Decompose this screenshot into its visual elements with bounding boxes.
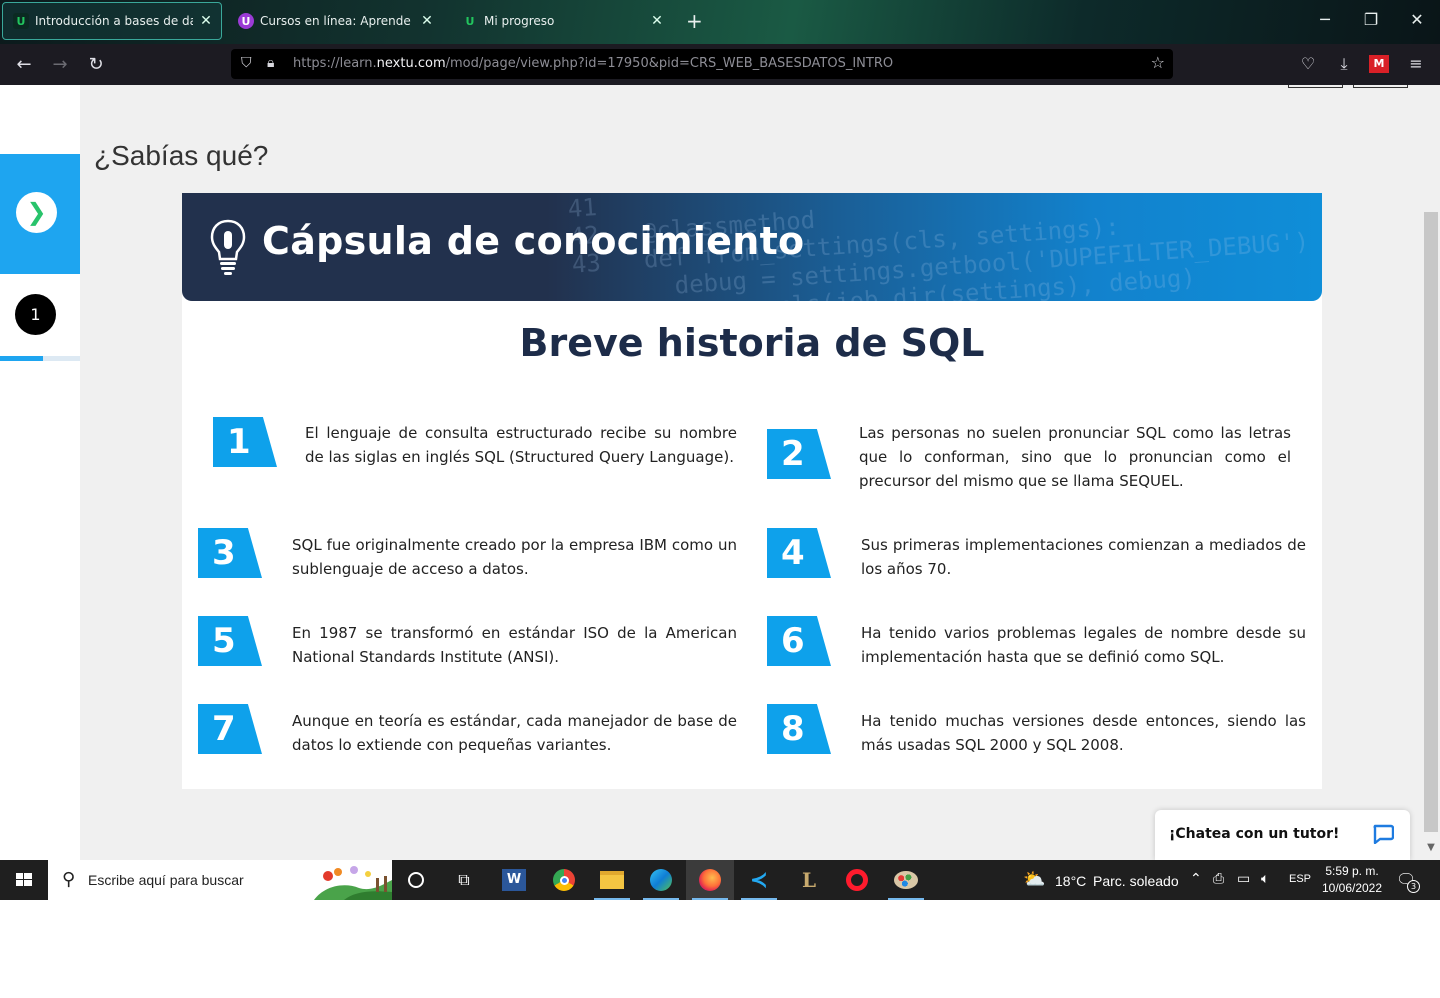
item-number-badge: 3 (198, 528, 262, 578)
windows-start-icon[interactable] (0, 860, 48, 900)
tab-introduccion[interactable]: U Introducción a bases de datos: ✕ (2, 2, 222, 40)
udemy-favicon-icon: U (238, 13, 254, 29)
step-progress-bar (0, 356, 80, 361)
item-text: Sus primeras implementaciones comienzan … (861, 536, 1306, 578)
chat-bubble-icon[interactable] (1372, 824, 1394, 844)
close-window-icon[interactable]: ✕ (1402, 10, 1432, 29)
task-view-icon[interactable]: ⧉ (440, 860, 488, 900)
new-tab-button[interactable]: + (686, 10, 703, 32)
url-text[interactable]: https://learn.nextu.com/mod/page/view.ph… (293, 56, 893, 71)
item-text: En 1987 se transformó en estándar ISO de… (292, 624, 737, 666)
nextu-favicon-icon: U (465, 14, 475, 28)
top-button-edge[interactable] (1288, 85, 1343, 88)
clock-time: 5:59 p. m. (1325, 864, 1379, 878)
opera-app-icon[interactable] (833, 860, 881, 900)
item-number-badge: 7 (198, 704, 262, 754)
item-number-badge: 6 (767, 616, 831, 666)
forward-icon[interactable]: → (48, 53, 72, 77)
page-title: ¿Sabías qué? (94, 140, 269, 171)
language-indicator[interactable]: ESP (1289, 873, 1311, 885)
page-content: ❯ 1 ¿Sabías qué? 41 42 @classmethod 43 d… (0, 85, 1440, 860)
chat-tutor-widget[interactable]: ¡Chatea con un tutor! (1155, 810, 1410, 860)
chat-label[interactable]: ¡Chatea con un tutor! (1169, 826, 1339, 842)
pocket-icon[interactable]: ♡ (1297, 54, 1319, 73)
windows-taskbar: ⚲ Escribe aquí para buscar ⧉ W ≺ L ⛅ 18°… (0, 860, 1440, 900)
reload-icon[interactable]: ↻ (84, 53, 108, 77)
tab-label: Mi progreso (484, 14, 555, 28)
tab-cursos[interactable]: U Cursos en línea: Aprende de todo ✕ (228, 2, 442, 40)
step-number-badge[interactable]: 1 (15, 294, 56, 335)
step-progress-fill (0, 356, 44, 361)
item-text: Aunque en teoría es estándar, cada manej… (292, 712, 737, 754)
download-icon[interactable]: ⤓ (1333, 54, 1355, 74)
scrollbar-thumb[interactable] (1424, 212, 1438, 832)
item-text: Ha tenido varios problemas legales de no… (861, 624, 1306, 666)
browser-tab-bar: U Introducción a bases de datos: ✕ U Cur… (0, 0, 1440, 44)
cortana-icon[interactable] (392, 860, 440, 900)
item-text: El lenguaje de consulta estructurado rec… (305, 424, 737, 466)
item-text: SQL fue originalmente creado por la empr… (292, 536, 737, 578)
lightbulb-icon (210, 219, 246, 275)
minimize-icon[interactable]: ─ (1310, 10, 1340, 29)
tab-label: Cursos en línea: Aprende de todo (260, 14, 414, 28)
word-app-icon[interactable]: W (490, 860, 538, 900)
search-placeholder[interactable]: Escribe aquí para buscar (88, 872, 244, 888)
file-explorer-icon[interactable] (588, 860, 636, 900)
close-icon[interactable]: ✕ (199, 13, 213, 29)
item-text: Ha tenido muchas versiones desde entonce… (861, 712, 1306, 754)
notification-count-badge: 3 (1407, 880, 1420, 893)
item-number-badge: 4 (767, 528, 831, 578)
weather-partly-sunny-icon[interactable]: ⛅ (1023, 869, 1045, 890)
item-text: Las personas no suelen pronunciar SQL co… (859, 424, 1291, 490)
volume-icon[interactable]: 🔈︎ (1261, 871, 1269, 887)
address-bar[interactable]: ⛉ 🔒︎ https://learn.nextu.com/mod/page/vi… (231, 49, 1173, 79)
system-clock[interactable]: 5:59 p. m. 10/06/2022 (1316, 863, 1388, 897)
paint-app-icon[interactable] (882, 860, 930, 900)
back-icon[interactable]: ← (12, 53, 36, 77)
lock-icon[interactable]: 🔒︎ (267, 55, 274, 71)
top-button-edge[interactable] (1353, 85, 1408, 88)
restore-icon[interactable]: ❐ (1356, 10, 1386, 29)
chevron-right-icon[interactable]: ❯ (16, 192, 57, 233)
item-number-badge: 1 (213, 417, 277, 467)
network-icon[interactable]: ▭ (1237, 871, 1250, 887)
item-number-badge: 5 (198, 616, 262, 666)
weather-desc[interactable]: Parc. soleado (1093, 873, 1179, 889)
banner-title: Cápsula de conocimiento (262, 219, 805, 263)
capsule-banner: 41 42 @classmethod 43 def from_settings(… (182, 193, 1322, 301)
extension-icon[interactable]: M (1369, 55, 1389, 73)
chevron-up-icon[interactable]: ⌃ (1190, 871, 1202, 887)
search-highlight-illustration (314, 866, 392, 900)
bookmark-star-icon[interactable]: ☆ (1151, 53, 1165, 72)
tab-mi-progreso[interactable]: U Mi progreso ✕ (452, 2, 672, 40)
browser-nav-bar: ← → ↻ ⛉ 🔒︎ https://learn.nextu.com/mod/p… (0, 44, 1440, 85)
knowledge-capsule-card: 41 42 @classmethod 43 def from_settings(… (182, 193, 1322, 789)
item-number-badge: 8 (767, 704, 831, 754)
close-icon[interactable]: ✕ (420, 13, 434, 29)
chrome-app-icon[interactable] (540, 860, 588, 900)
tab-label: Introducción a bases de datos: (35, 14, 193, 28)
edge-app-icon[interactable] (637, 860, 685, 900)
weather-temp[interactable]: 18°C (1055, 873, 1086, 889)
league-of-legends-icon[interactable]: L (785, 860, 833, 900)
vscode-app-icon[interactable]: ≺ (735, 860, 783, 900)
card-title: Breve historia de SQL (519, 321, 985, 365)
taskbar-search-box[interactable]: ⚲ Escribe aquí para buscar (48, 860, 392, 900)
close-icon[interactable]: ✕ (650, 13, 664, 29)
nextu-favicon-icon: U (13, 13, 29, 29)
course-sidebar: ❯ 1 (0, 85, 80, 860)
menu-icon[interactable]: ≡ (1405, 54, 1427, 73)
shield-icon[interactable]: ⛉ (241, 55, 252, 71)
firefox-app-icon[interactable] (686, 860, 734, 900)
clock-date: 10/06/2022 (1321, 881, 1383, 895)
meet-now-icon[interactable]: ⎙ (1213, 871, 1224, 887)
search-icon: ⚲ (62, 869, 76, 890)
item-number-badge: 2 (767, 429, 831, 479)
scroll-down-arrow-icon[interactable]: ▼ (1424, 842, 1438, 856)
